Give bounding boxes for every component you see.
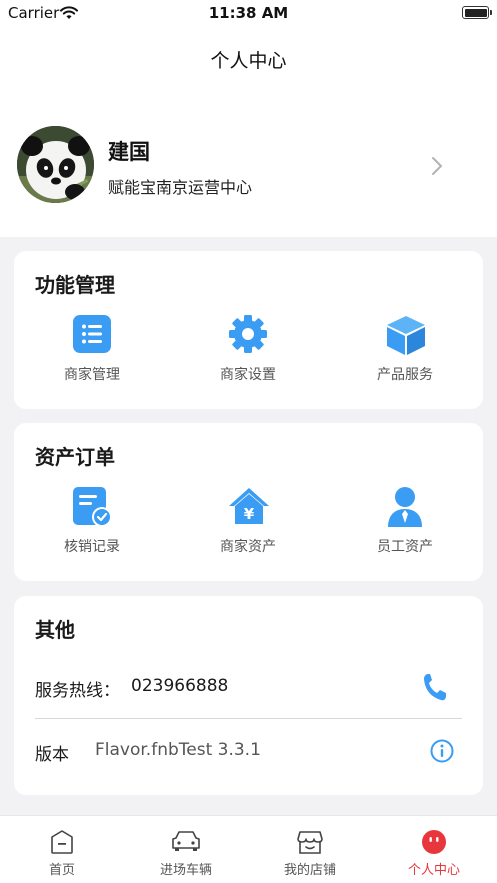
home-icon <box>50 829 74 859</box>
merchant-settings-label: 商家设置 <box>220 367 276 383</box>
tab-profile-label: 个人中心 <box>407 863 460 878</box>
version-label: 版本 <box>35 745 69 765</box>
nav-bar: 个人中心 <box>0 26 497 90</box>
phone-icon[interactable] <box>422 672 448 706</box>
merchant-assets-button[interactable]: ¥ 商家资产 <box>188 486 308 556</box>
store-icon <box>296 829 324 859</box>
version-value: Flavor.fnbTest 3.3.1 <box>95 740 261 760</box>
other-card: 其他 服务热线： 023966888 版本 Flavor.fnbTest 3.3… <box>14 596 483 795</box>
battery-icon <box>462 6 492 19</box>
tab-home-label: 首页 <box>48 863 75 878</box>
tab-home[interactable]: 首页 <box>0 816 124 883</box>
employee-icon <box>385 486 425 527</box>
asset-orders-title: 资产订单 <box>35 445 115 469</box>
employee-assets-label: 员工资产 <box>377 539 433 555</box>
tab-vehicles[interactable]: 进场车辆 <box>124 816 248 883</box>
product-services-label: 产品服务 <box>377 367 433 383</box>
product-services-button[interactable]: 产品服务 <box>345 314 465 384</box>
function-management-title: 功能管理 <box>35 273 115 297</box>
verify-record-icon <box>72 486 112 527</box>
page-title: 个人中心 <box>210 50 287 72</box>
tab-profile[interactable]: 个人中心 <box>372 816 496 883</box>
car-icon <box>170 829 202 857</box>
status-time: 11:38 AM <box>208 4 289 22</box>
list-icon <box>72 314 112 354</box>
tab-my-store[interactable]: 我的店铺 <box>248 816 372 883</box>
merchant-management-label: 商家管理 <box>64 367 120 383</box>
divider <box>35 718 462 719</box>
merchant-assets-label: 商家资产 <box>220 539 276 555</box>
profile-header[interactable]: 建国 赋能宝南京运营中心 <box>0 90 497 237</box>
merchant-management-button[interactable]: 商家管理 <box>32 314 152 384</box>
tab-my-store-label: 我的店铺 <box>283 863 336 878</box>
other-title: 其他 <box>35 618 75 642</box>
service-hotline-number: 023966888 <box>131 676 229 696</box>
verification-records-label: 核销记录 <box>64 539 120 555</box>
chevron-right-icon[interactable] <box>431 156 443 180</box>
profile-name: 建国 <box>108 140 150 164</box>
function-management-card: 功能管理 商家管理 商家设置 产品服务 <box>14 251 483 409</box>
profile-organization: 赋能宝南京运营中心 <box>108 178 253 197</box>
profile-face-icon <box>421 829 447 859</box>
info-icon[interactable] <box>430 739 454 767</box>
house-yen-icon: ¥ <box>228 486 269 526</box>
tab-vehicles-label: 进场车辆 <box>159 863 212 878</box>
employee-assets-button[interactable]: 员工资产 <box>345 486 465 556</box>
asset-orders-card: 资产订单 核销记录 ¥ 商家资产 员工资产 <box>14 423 483 581</box>
status-bar: Carrier 11:38 AM <box>0 0 497 26</box>
gear-icon <box>228 314 268 354</box>
merchant-settings-button[interactable]: 商家设置 <box>188 314 308 384</box>
cube-icon <box>385 314 425 355</box>
avatar[interactable] <box>17 126 94 203</box>
verification-records-button[interactable]: 核销记录 <box>32 486 152 556</box>
tab-bar: 首页 进场车辆 我的店铺 个人中心 <box>0 815 497 883</box>
service-hotline-label: 服务热线： <box>35 681 120 701</box>
svg-text:¥: ¥ <box>244 505 255 523</box>
